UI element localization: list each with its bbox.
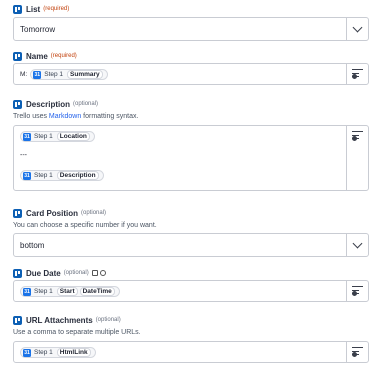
description-step-pill-2[interactable]: 31 Step 1 Description xyxy=(20,170,104,181)
insert-data-icon xyxy=(351,346,364,357)
card-position-help: You can choose a specific number if you … xyxy=(13,222,157,229)
trello-icon xyxy=(13,268,22,278)
description-input[interactable]: 31 Step 1 Location --- 31 Step 1 Descrip… xyxy=(13,125,369,191)
url-attachments-help: Use a comma to separate multiple URLs. xyxy=(13,329,141,336)
name-step-pill[interactable]: 31 Step 1 Summary xyxy=(30,69,108,80)
google-calendar-icon: 31 xyxy=(23,287,31,296)
card-position-select[interactable]: bottom xyxy=(13,233,369,257)
list-required: (required) xyxy=(43,6,70,12)
name-label: Name xyxy=(26,51,48,61)
due-date-label: Due Date xyxy=(26,268,61,278)
description-field: Description (optional) Trello uses Markd… xyxy=(13,98,369,191)
name-input[interactable]: M: 31 Step 1 Summary xyxy=(13,63,369,85)
url-attachments-input[interactable]: 31 Step 1 HtmlLink xyxy=(13,341,369,363)
card-position-optional: (optional) xyxy=(81,210,107,216)
insert-data-button[interactable] xyxy=(346,64,368,84)
google-calendar-icon: 31 xyxy=(23,132,31,141)
description-separator: --- xyxy=(20,152,27,159)
card-position-dropdown-button[interactable] xyxy=(346,234,368,256)
step-tag: HtmlLink xyxy=(56,348,91,357)
step-tag-datetime: DateTime xyxy=(79,287,115,296)
list-field: List (required) Tomorrow xyxy=(13,3,369,41)
trello-icon xyxy=(13,51,22,61)
trello-icon xyxy=(13,99,22,109)
step-tag: Summary xyxy=(67,70,103,79)
url-attachments-optional: (optional) xyxy=(95,317,121,323)
step-label: Step 1 xyxy=(34,172,53,179)
step-tag: Location xyxy=(56,132,90,141)
insert-data-button[interactable] xyxy=(346,126,368,190)
name-prefix: M: xyxy=(20,71,28,78)
description-label: Description xyxy=(26,99,71,109)
description-step-pill-1[interactable]: 31 Step 1 Location xyxy=(20,131,95,142)
card-position-field: Card Position (optional) You can choose … xyxy=(13,207,369,257)
insert-data-button[interactable] xyxy=(346,281,368,301)
description-help: Trello uses Markdown formatting syntax. xyxy=(13,113,139,120)
step-label: Step 1 xyxy=(34,133,53,140)
trello-icon xyxy=(13,315,22,325)
due-date-optional: (optional) xyxy=(63,270,89,276)
description-optional: (optional) xyxy=(73,101,99,107)
list-label: List xyxy=(26,4,41,14)
insert-data-icon xyxy=(351,68,364,79)
step-tag-start: Start xyxy=(56,287,78,296)
insert-data-icon xyxy=(351,130,364,141)
calendar-icon xyxy=(91,270,98,276)
google-calendar-icon: 31 xyxy=(23,171,31,180)
url-attachments-field: URL Attachments (optional) Use a comma t… xyxy=(13,314,369,363)
url-attachments-step-pill[interactable]: 31 Step 1 HtmlLink xyxy=(20,347,96,358)
insert-data-icon xyxy=(351,285,364,296)
step-label: Step 1 xyxy=(44,71,64,78)
name-required: (required) xyxy=(50,53,77,59)
list-dropdown-button[interactable] xyxy=(346,18,368,40)
due-date-input[interactable]: 31 Step 1 Start DateTime xyxy=(13,280,369,302)
chevron-down-icon xyxy=(352,238,363,248)
step-label: Step 1 xyxy=(34,288,53,295)
trello-icon xyxy=(13,208,22,218)
due-date-field: Due Date (optional) 31 Step 1 Start Date… xyxy=(13,267,369,302)
step-label: Step 1 xyxy=(34,349,53,356)
chevron-down-icon xyxy=(352,22,363,32)
list-select[interactable]: Tomorrow xyxy=(13,17,369,41)
google-calendar-icon: 31 xyxy=(23,348,31,357)
insert-data-button[interactable] xyxy=(346,342,368,362)
card-position-value: bottom xyxy=(20,240,45,250)
markdown-link[interactable]: Markdown xyxy=(49,113,81,120)
name-field: Name (required) M: 31 Step 1 Summary xyxy=(13,50,369,85)
list-value: Tomorrow xyxy=(20,24,56,34)
trello-icon xyxy=(13,4,22,14)
card-position-label: Card Position xyxy=(26,208,79,218)
clock-icon xyxy=(99,270,106,276)
due-date-step-pill[interactable]: 31 Step 1 Start DateTime xyxy=(20,286,120,297)
url-attachments-label: URL Attachments xyxy=(26,315,93,325)
google-calendar-icon: 31 xyxy=(33,70,42,79)
step-tag: Description xyxy=(56,171,99,180)
